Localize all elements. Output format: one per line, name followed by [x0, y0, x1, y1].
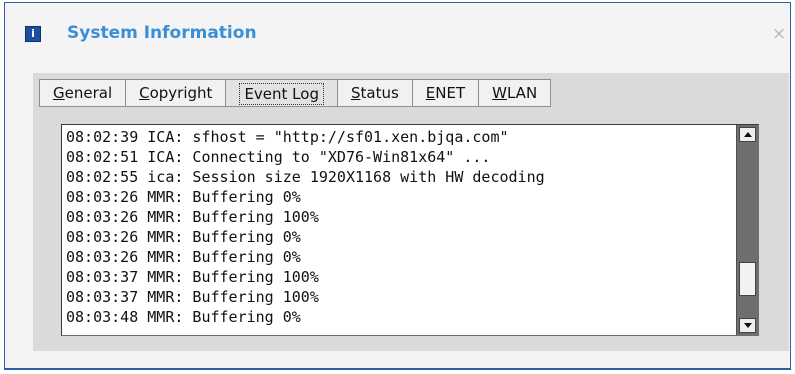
- log-line: 08:02:39 ICA: sfhost = "http://sf01.xen.…: [66, 128, 509, 146]
- close-icon[interactable]: ×: [768, 23, 790, 45]
- scroll-down-arrow-icon[interactable]: [739, 318, 756, 333]
- window-title: System Information: [67, 23, 257, 43]
- log-line: 08:03:26 MMR: Buffering 0%: [66, 248, 301, 266]
- event-log-text: 08:02:39 ICA: sfhost = "http://sf01.xen.…: [66, 127, 734, 333]
- tab-general[interactable]: General: [39, 79, 126, 107]
- scrollbar-thumb[interactable]: [739, 262, 756, 296]
- tab-panel: General Copyright Event Log Status ENET WLAN …: [33, 73, 789, 351]
- event-log-list[interactable]: 08:02:39 ICA: sfhost = "http://sf01.xen.…: [61, 124, 759, 336]
- tab-copyright[interactable]: Copyright: [125, 79, 226, 107]
- tab-enet[interactable]: ENET: [411, 79, 479, 107]
- log-line: 08:03:37 MMR: Buffering 100%: [66, 288, 319, 306]
- vertical-scrollbar[interactable]: [736, 125, 758, 335]
- tab-label: Event Log: [239, 83, 324, 105]
- log-line: 08:03:48 MMR: Buffering 0%: [66, 308, 301, 326]
- log-line: 08:02:51 ICA: Connecting to "XD76-Win81x…: [66, 148, 491, 166]
- log-line: 08:02:55 ica: Session size 1920X1168 wit…: [66, 168, 545, 186]
- scroll-up-arrow-icon[interactable]: [739, 127, 756, 142]
- tab-label: Status: [350, 84, 399, 102]
- info-icon: i: [25, 26, 41, 42]
- log-line: 08:03:26 MMR: Buffering 0%: [66, 188, 301, 206]
- tab-event-log[interactable]: Event Log: [225, 79, 337, 107]
- system-information-window: i System Information × General Copyright E…: [4, 2, 791, 370]
- title-bar: i System Information ×: [5, 3, 790, 55]
- tab-label: Copyright: [139, 84, 213, 102]
- tab-label: General: [53, 84, 113, 102]
- log-line: 08:03:37 MMR: Buffering 100%: [66, 268, 319, 286]
- tab-label: WLAN: [492, 84, 538, 102]
- log-line: 08:03:26 MMR: Buffering 0%: [66, 228, 301, 246]
- tab-wlan[interactable]: WLAN: [478, 79, 552, 107]
- tab-bar: General Copyright Event Log Status ENET WLAN: [39, 79, 552, 107]
- log-line: 08:03:26 MMR: Buffering 100%: [66, 208, 319, 226]
- tab-label: ENET: [425, 84, 466, 102]
- tab-status[interactable]: Status: [336, 79, 412, 107]
